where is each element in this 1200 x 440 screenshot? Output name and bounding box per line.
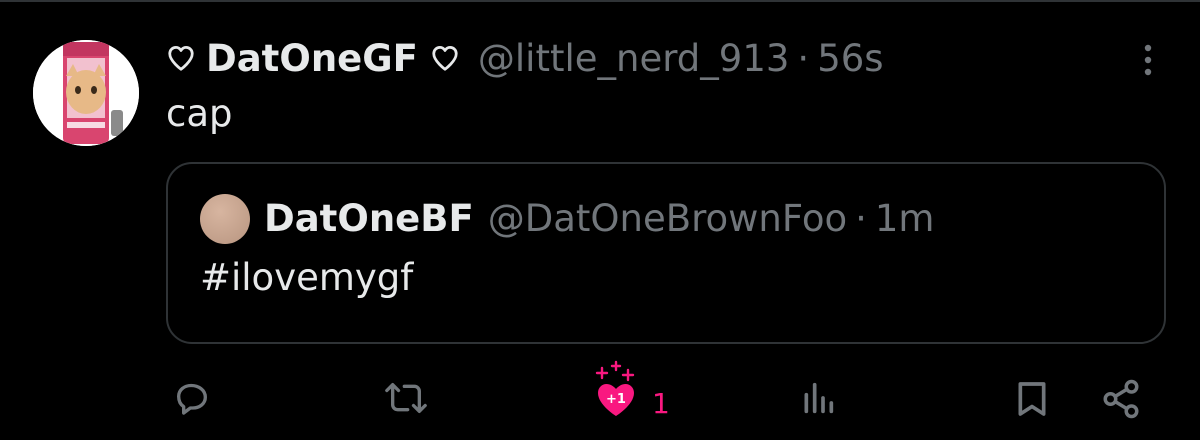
- energy-drink-cat-image: [33, 40, 139, 146]
- author-handle[interactable]: @little_nerd_913: [478, 37, 790, 80]
- bookmark-icon: [1018, 382, 1046, 416]
- quoted-tweet-header: DatOneBF @DatOneBrownFoo · 1m: [264, 190, 934, 246]
- quoted-tweet-timestamp: 1m: [874, 196, 935, 240]
- tweet-timestamp[interactable]: 56s: [817, 37, 883, 80]
- heart-plus-one-icon: +1: [595, 360, 635, 416]
- heart-outline-icon: [168, 46, 194, 71]
- top-divider: [0, 0, 1200, 2]
- quoted-tweet-text: #ilovemygf: [200, 256, 414, 299]
- views-icon: [804, 382, 834, 414]
- more-vertical-icon: [1144, 44, 1152, 76]
- heart-outline-icon: [432, 46, 458, 71]
- share-button[interactable]: [1100, 378, 1142, 420]
- like-count: 1: [652, 386, 670, 420]
- more-options-button[interactable]: [1138, 40, 1158, 80]
- quoted-author-avatar: [200, 194, 250, 244]
- tweet-text: cap: [166, 92, 233, 135]
- share-icon: [1103, 379, 1139, 419]
- bookmark-button[interactable]: [1012, 378, 1052, 420]
- author-display-name[interactable]: DatOneGF: [166, 37, 460, 80]
- like-button[interactable]: +1 1: [588, 360, 670, 420]
- tweet-header: DatOneGF @little_nerd_913 · 56s: [166, 30, 884, 86]
- views-button[interactable]: [798, 378, 838, 418]
- separator-dot: ·: [797, 36, 810, 80]
- reply-icon: [177, 383, 207, 415]
- like-badge-text: +1: [606, 392, 626, 407]
- reply-button[interactable]: [172, 378, 212, 418]
- quoted-author-display-name: DatOneBF: [264, 196, 474, 240]
- author-avatar[interactable]: [33, 40, 139, 146]
- quoted-author-handle: @DatOneBrownFoo: [487, 196, 848, 240]
- retweet-button[interactable]: [384, 378, 428, 418]
- quoted-tweet-card[interactable]: DatOneBF @DatOneBrownFoo · 1m #ilovemygf: [166, 162, 1166, 344]
- retweet-icon: [385, 383, 427, 413]
- author-name-text: DatOneGF: [206, 36, 418, 80]
- tweet-action-bar: +1 1: [0, 360, 1200, 440]
- separator-dot: ·: [855, 196, 867, 240]
